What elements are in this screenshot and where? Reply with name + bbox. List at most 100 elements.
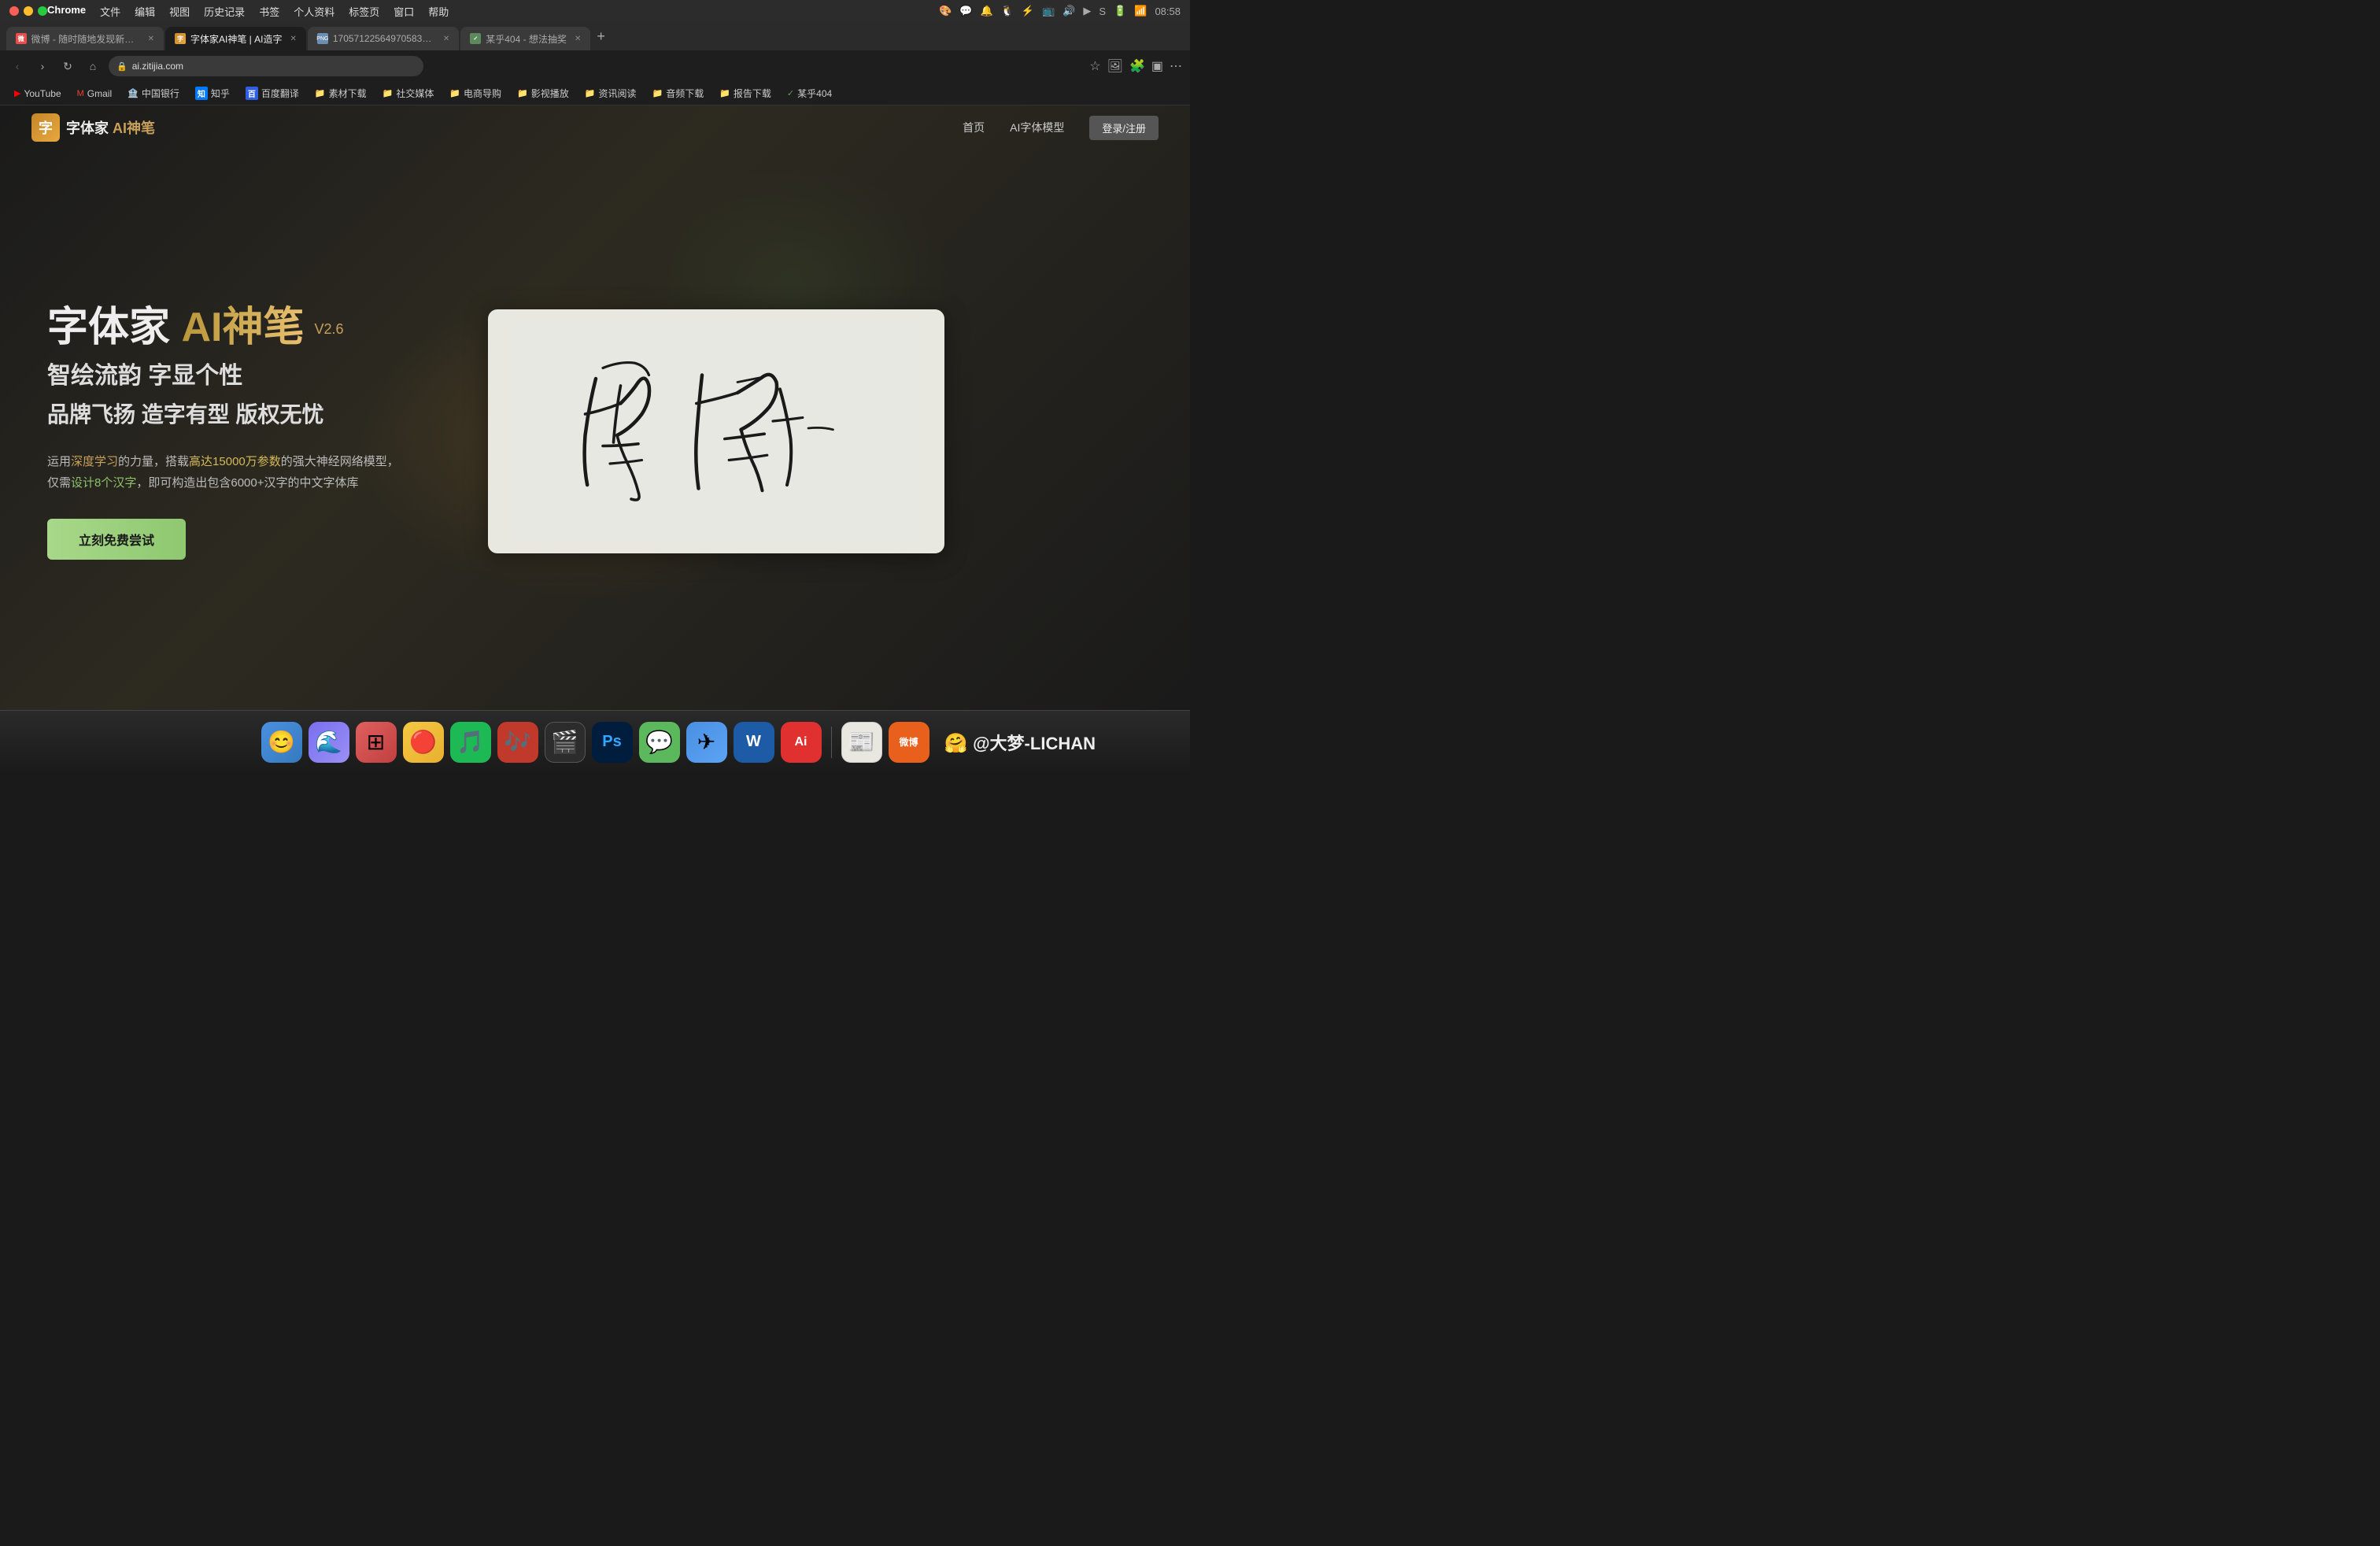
bookmark-mohu404[interactable]: ✓ 某乎404 [781, 85, 838, 102]
tab-weibo-close[interactable]: ✕ [148, 35, 154, 43]
menu-profile[interactable]: 个人资料 [294, 4, 334, 19]
dock-finder[interactable]: 😊 [261, 722, 302, 763]
yiqiu-icon: ✈ [697, 729, 715, 755]
photoshop-icon: Ps [602, 733, 621, 751]
tab-zitijia-close[interactable]: ✕ [290, 35, 296, 43]
forward-button[interactable]: › [33, 60, 52, 72]
dock: 😊 🌊 ⊞ 🔴 🎵 🎶 🎬 Ps 💬 ✈ W Ai 📰 [0, 710, 1190, 773]
dock-arc[interactable]: 🌊 [309, 722, 349, 763]
menu-edit[interactable]: 编辑 [135, 4, 155, 19]
hero-desc-suffix2: ，即可构造出包含6000+汉字的中文字体库 [136, 476, 358, 490]
nav-home[interactable]: 首页 [963, 120, 985, 135]
bookmark-mohu404-label: 某乎404 [797, 87, 832, 100]
hero-title: 字体家 AI神笔 V2.6 [47, 303, 441, 352]
site-logo: 字 字体家 AI神笔 [31, 113, 155, 142]
menu-bookmarks[interactable]: 书签 [259, 4, 279, 19]
home-button[interactable]: ⌂ [83, 60, 102, 72]
mohu404-icon: ✓ [787, 88, 794, 98]
dock-launchpad[interactable]: ⊞ [356, 722, 397, 763]
address-box[interactable]: 🔒 ai.zitijia.com [109, 56, 423, 76]
bookmark-report[interactable]: 📁 报告下载 [713, 85, 778, 102]
bookmark-zhihu[interactable]: 知 知乎 [189, 85, 236, 102]
bookmark-ecommerce[interactable]: 📁 电商导购 [443, 85, 508, 102]
tab-png[interactable]: PNG 170571225649705830 1.png ✕ [308, 27, 459, 50]
bookmark-social[interactable]: 📁 社交媒体 [376, 85, 441, 102]
menu-tabs[interactable]: 标签页 [349, 4, 379, 19]
dock-newsread[interactable]: 📰 [841, 722, 882, 763]
handwriting-card [488, 309, 944, 553]
system-icon-play: ▶ [1083, 5, 1091, 17]
menu-help[interactable]: 帮助 [428, 4, 449, 19]
tab-png-close[interactable]: ✕ [443, 35, 449, 43]
dock-spotify[interactable]: 🎵 [450, 722, 491, 763]
hero-desc-prefix1: 运用 [47, 455, 71, 468]
titlebar: Chrome 文件 编辑 视图 历史记录 书签 个人资料 标签页 窗口 帮助 🎨… [0, 0, 1190, 22]
profile-icon[interactable]: 🖼 [1107, 58, 1123, 74]
dock-claquette[interactable]: 🎬 [545, 722, 586, 763]
extension-icon[interactable]: 🧩 [1129, 58, 1145, 74]
dock-netease[interactable]: 🎶 [497, 722, 538, 763]
dock-right-label: 🤗 @大梦-LICHAN [944, 730, 1096, 755]
bookmark-gmail[interactable]: M Gmail [71, 87, 119, 101]
sidebar-icon[interactable]: ▣ [1151, 58, 1163, 74]
bookmark-news-label: 资讯阅读 [598, 87, 636, 100]
bookmark-video[interactable]: 📁 影视播放 [511, 85, 575, 102]
bookmark-youtube[interactable]: ▶ YouTube [8, 87, 68, 101]
materials-icon: 📁 [315, 88, 326, 98]
dock-wechat[interactable]: 💬 [639, 722, 680, 763]
menu-dots-icon[interactable]: ⋯ [1170, 58, 1182, 74]
system-icon-sougou: S [1099, 6, 1106, 17]
bookmark-star-icon[interactable]: ☆ [1089, 58, 1100, 74]
dock-word[interactable]: W [734, 722, 774, 763]
bookmark-china-bank[interactable]: 🏦 中国银行 [121, 85, 186, 102]
close-button[interactable] [9, 6, 19, 16]
system-icon-wifi: 📶 [1134, 5, 1147, 17]
addressbar: ‹ › ↻ ⌂ 🔒 ai.zitijia.com ☆ 🖼 🧩 ▣ ⋯ [0, 50, 1190, 82]
hero-desc-suffix1: 的强大神经网络模型， [281, 455, 399, 468]
hero-version: V2.6 [310, 321, 343, 337]
tab-mohu-label: 某乎404 - 想法抽奖 [486, 32, 567, 46]
ecommerce-icon: 📁 [449, 88, 460, 98]
report-icon: 📁 [719, 88, 730, 98]
tab-zitijia[interactable]: 字 字体家AI神笔 | AI造字 ✕ [165, 27, 306, 50]
bookmark-audio[interactable]: 📁 音频下载 [645, 85, 710, 102]
minimize-button[interactable] [24, 6, 33, 16]
menu-file[interactable]: 文件 [100, 4, 120, 19]
hero-section: 字体家 AI神笔 V2.6 智绘流韵 字显个性 品牌飞扬 造字有型 版权无忧 运… [0, 153, 1190, 710]
dock-weibo[interactable]: 微博 [889, 722, 929, 763]
refresh-button[interactable]: ↻ [58, 60, 77, 73]
tab-mohu-close[interactable]: ✕ [575, 35, 581, 43]
tab-weibo[interactable]: 微 微博 - 随时随地发现新鲜事 ✕ [6, 27, 164, 50]
cta-button[interactable]: 立刻免费尝试 [47, 519, 186, 560]
hero-desc-prefix2: 仅需 [47, 476, 71, 490]
hero-text: 字体家 AI神笔 V2.6 智绘流韵 字显个性 品牌飞扬 造字有型 版权无忧 运… [47, 303, 441, 560]
bookmark-baidu-translate[interactable]: 百 百度翻译 [239, 85, 305, 102]
fullscreen-button[interactable] [38, 6, 47, 16]
menu-chrome[interactable]: Chrome [47, 4, 86, 19]
nav-ai-model[interactable]: AI字体模型 [1010, 120, 1064, 135]
audio-icon: 📁 [652, 88, 663, 98]
tab-mohu[interactable]: ✓ 某乎404 - 想法抽奖 ✕ [460, 27, 590, 50]
addressbar-icons: ☆ 🖼 🧩 ▣ ⋯ [1089, 58, 1182, 74]
mohu-favicon: ✓ [470, 33, 481, 44]
system-icon-wechat: 💬 [959, 5, 972, 17]
login-register-button[interactable]: 登录/注册 [1089, 116, 1159, 140]
back-button[interactable]: ‹ [8, 60, 27, 72]
menu-history[interactable]: 历史记录 [204, 4, 245, 19]
new-tab-button[interactable]: + [597, 28, 605, 45]
dock-adobecc[interactable]: Ai [781, 722, 822, 763]
bookmark-materials[interactable]: 📁 素材下载 [309, 85, 373, 102]
bookmark-video-label: 影视播放 [531, 87, 569, 100]
bookmark-news[interactable]: 📁 资讯阅读 [578, 85, 643, 102]
system-icon-bluetooth: ⚡ [1022, 5, 1034, 17]
hero-title-prefix: 字体家 [47, 305, 181, 350]
video-icon: 📁 [517, 88, 528, 98]
menu-view[interactable]: 视图 [169, 4, 190, 19]
dock-photoshop[interactable]: Ps [592, 722, 633, 763]
menu-window[interactable]: 窗口 [394, 4, 414, 19]
hero-subtitle1: 智绘流韵 字显个性 [47, 360, 441, 393]
dock-yiqiu[interactable]: ✈ [686, 722, 727, 763]
site-nav-links: 首页 AI字体模型 登录/注册 [963, 116, 1159, 140]
bookmarks-bar: ▶ YouTube M Gmail 🏦 中国银行 知 知乎 百 百度翻译 📁 素… [0, 82, 1190, 105]
dock-chrome[interactable]: 🔴 [403, 722, 444, 763]
